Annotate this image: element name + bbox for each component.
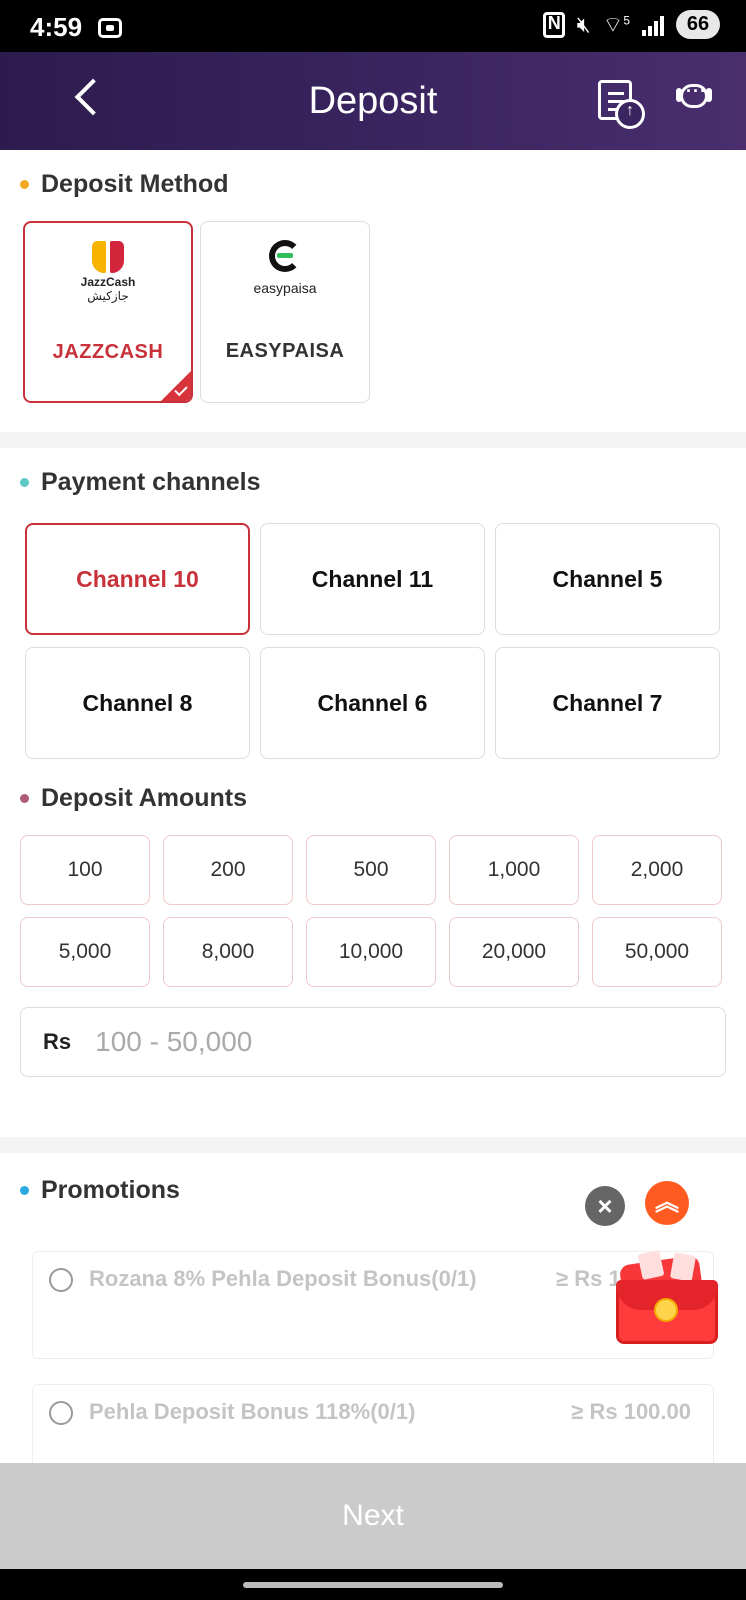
currency-prefix: Rs bbox=[43, 1029, 72, 1054]
payment-channels-title: Payment channels bbox=[41, 468, 261, 496]
easypaisa-logo-text: easypaisa bbox=[253, 280, 317, 296]
customer-support-icon[interactable] bbox=[676, 81, 712, 114]
home-gesture-handle[interactable] bbox=[243, 1582, 503, 1588]
promotion-title: Rozana 8% Pehla Deposit Bonus(0/1) bbox=[89, 1266, 477, 1291]
next-button[interactable]: Next bbox=[0, 1463, 746, 1569]
amount-option[interactable]: 10,000 bbox=[306, 917, 436, 987]
amount-option[interactable]: 1,000 bbox=[449, 835, 579, 905]
channel-button[interactable]: Channel 5 bbox=[495, 523, 720, 635]
channel-button[interactable]: Channel 7 bbox=[495, 647, 720, 759]
status-icons: 🔇︎ ⌔5 66 bbox=[542, 10, 720, 39]
section-divider bbox=[0, 1137, 746, 1153]
method-label: EASYPAISA bbox=[225, 340, 345, 362]
section-dot bbox=[20, 794, 29, 803]
amount-option[interactable]: 2,000 bbox=[592, 835, 722, 905]
method-card-easypaisa[interactable]: easypaisa EASYPAISA bbox=[200, 221, 370, 403]
deposit-amounts-title: Deposit Amounts bbox=[41, 784, 248, 812]
screenshot-icon bbox=[98, 18, 122, 38]
wifi-band: 5 bbox=[623, 12, 630, 27]
app-header: Deposit bbox=[0, 52, 746, 150]
close-icon[interactable]: × bbox=[585, 1186, 625, 1226]
amount-input-field[interactable]: Rs bbox=[20, 1007, 726, 1077]
nfc-icon bbox=[542, 11, 565, 38]
promotion-min-amount: ≥ Rs 100.00 bbox=[571, 1399, 691, 1424]
promotion-item[interactable]: Pehla Deposit Bonus 118%(0/1) ≥ Rs 100.0… bbox=[32, 1384, 714, 1474]
mute-icon: 🔇︎ bbox=[576, 11, 591, 37]
channel-button[interactable]: Channel 10 bbox=[25, 523, 250, 635]
deposit-method-title: Deposit Method bbox=[41, 170, 229, 198]
channel-button[interactable]: Channel 8 bbox=[25, 647, 250, 759]
amount-option[interactable]: 8,000 bbox=[163, 917, 293, 987]
promotion-title: Pehla Deposit Bonus 118%(0/1) bbox=[89, 1399, 416, 1424]
deposit-method-heading: Deposit Method bbox=[20, 170, 229, 199]
easypaisa-logo: easypaisa bbox=[230, 240, 340, 296]
radio-button[interactable] bbox=[49, 1401, 73, 1425]
deposit-records-icon[interactable] bbox=[598, 80, 645, 129]
signal-icon bbox=[642, 14, 664, 36]
section-dot bbox=[20, 180, 29, 189]
amount-option[interactable]: 100 bbox=[20, 835, 150, 905]
wifi-icon: ⌔5 bbox=[602, 11, 630, 37]
section-dot bbox=[20, 478, 29, 487]
jazzcash-logo: JazzCash جازکیش bbox=[63, 241, 153, 303]
method-card-jazzcash[interactable]: JazzCash جازکیش JAZZCASH bbox=[23, 221, 193, 403]
red-envelope-gift-icon[interactable] bbox=[610, 1249, 722, 1352]
scroll-top-icon[interactable]: ︽ bbox=[645, 1181, 689, 1225]
deposit-amounts-heading: Deposit Amounts bbox=[20, 784, 247, 813]
amount-option[interactable]: 500 bbox=[306, 835, 436, 905]
status-time: 4:59 bbox=[30, 12, 83, 42]
amount-option[interactable]: 5,000 bbox=[20, 917, 150, 987]
amount-option[interactable]: 20,000 bbox=[449, 917, 579, 987]
status-bar: 4:59 🔇︎ ⌔5 66 bbox=[0, 0, 746, 52]
radio-button[interactable] bbox=[49, 1268, 73, 1292]
battery-indicator: 66 bbox=[676, 10, 720, 39]
amount-option[interactable]: 50,000 bbox=[592, 917, 722, 987]
section-divider bbox=[0, 432, 746, 448]
amount-input[interactable] bbox=[95, 1026, 656, 1058]
channel-button[interactable]: Channel 6 bbox=[260, 647, 485, 759]
payment-channels-heading: Payment channels bbox=[20, 468, 261, 497]
channel-button[interactable]: Channel 11 bbox=[260, 523, 485, 635]
promotions-heading: Promotions bbox=[20, 1176, 180, 1205]
jazzcash-logo-text: JazzCash bbox=[80, 275, 136, 289]
amount-option[interactable]: 200 bbox=[163, 835, 293, 905]
navigation-bar bbox=[0, 1569, 746, 1600]
section-dot bbox=[20, 1186, 29, 1195]
promotions-title: Promotions bbox=[41, 1176, 180, 1204]
jazzcash-logo-urdu: جازکیش bbox=[87, 289, 129, 303]
method-label: JAZZCASH bbox=[52, 341, 164, 363]
